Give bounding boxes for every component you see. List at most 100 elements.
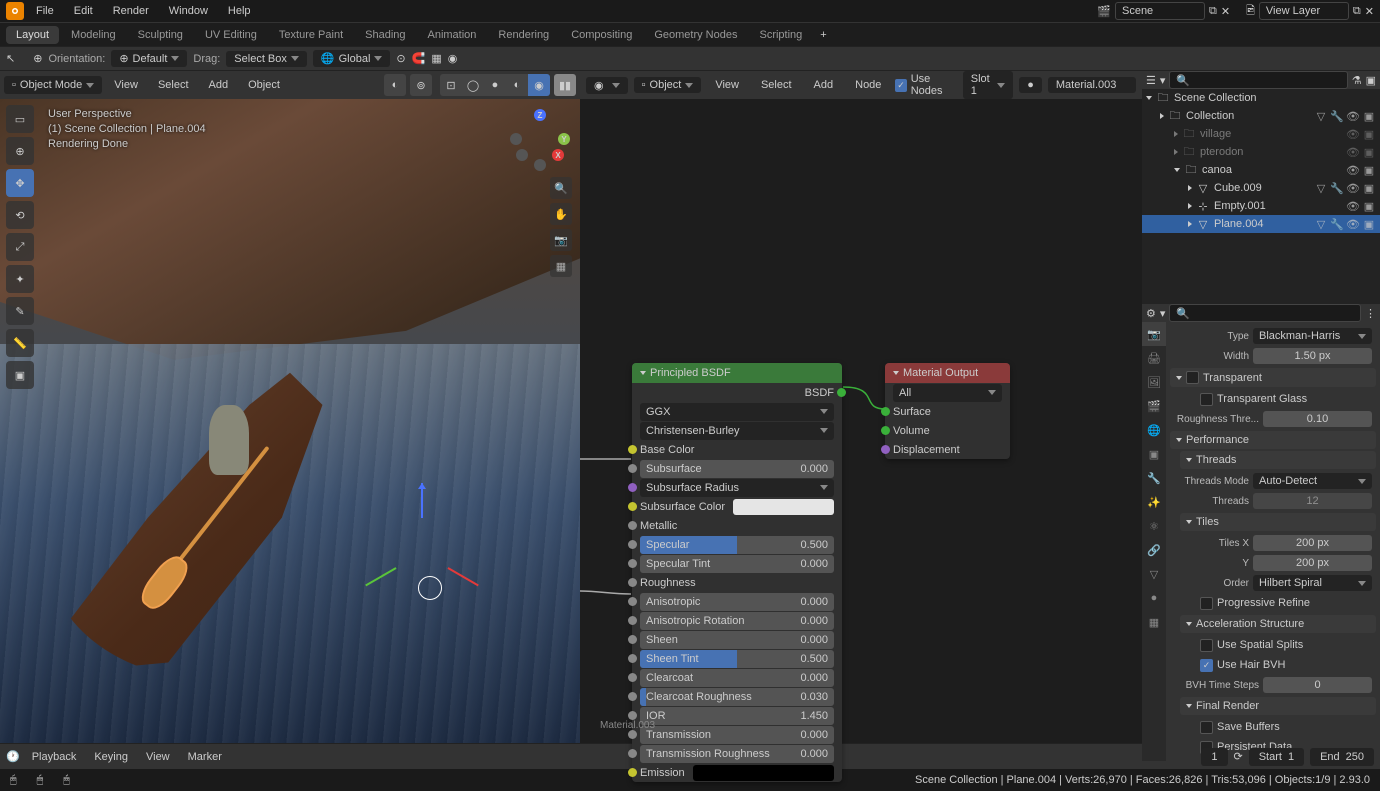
- outliner-item-village[interactable]: 🗀village👁▣: [1142, 125, 1380, 143]
- node-slider-specular[interactable]: Specular0.500: [640, 536, 834, 554]
- save-buffers-checkbox[interactable]: Save Buffers: [1217, 721, 1280, 733]
- material-browse-dropdown[interactable]: ●: [1019, 77, 1042, 93]
- disable-icon[interactable]: ▣: [1362, 127, 1376, 141]
- menu-window[interactable]: Window: [161, 3, 216, 19]
- physics-tab[interactable]: ⚛: [1142, 514, 1166, 538]
- close-layer-icon[interactable]: ✕: [1365, 5, 1374, 18]
- render-tab[interactable]: 📷: [1142, 322, 1166, 346]
- constraint-tab[interactable]: 🔗: [1142, 538, 1166, 562]
- orientation-dropdown[interactable]: ⊕Default: [111, 50, 187, 67]
- world-tab[interactable]: 🌐: [1142, 418, 1166, 442]
- pivot-icon[interactable]: ⊙: [396, 52, 405, 65]
- workspace-tab-rendering[interactable]: Rendering: [488, 26, 559, 44]
- restrict-icon[interactable]: ▽: [1314, 181, 1328, 195]
- node-slider-sheen-tint[interactable]: Sheen Tint0.500: [640, 650, 834, 668]
- scale-tool[interactable]: ⤢: [6, 233, 34, 261]
- node-color-emission[interactable]: [693, 765, 834, 781]
- output-tab[interactable]: 🖨: [1142, 346, 1166, 370]
- texture-tab[interactable]: ▦: [1142, 610, 1166, 634]
- performance-panel-header[interactable]: Performance: [1170, 431, 1376, 449]
- node-slider-transmission-roughness[interactable]: Transmission Roughness0.000: [640, 745, 834, 763]
- wireframe-shading[interactable]: ◯: [462, 74, 484, 96]
- hide-icon[interactable]: 👁: [1346, 163, 1360, 177]
- shader-object-dropdown[interactable]: ▫Object: [634, 77, 702, 93]
- copy-scene-icon[interactable]: ⧉: [1209, 5, 1217, 18]
- workspace-tab-sculpting[interactable]: Sculpting: [128, 26, 193, 44]
- disable-icon[interactable]: ▣: [1362, 217, 1376, 231]
- snap-cursor-icon[interactable]: ⊕: [33, 52, 42, 65]
- outliner-search[interactable]: 🔍: [1169, 71, 1347, 89]
- tiles-panel-header[interactable]: Tiles: [1180, 513, 1376, 531]
- disable-icon[interactable]: ▣: [1362, 181, 1376, 195]
- outliner-item-plane-004[interactable]: ▽Plane.004▽🔧👁▣: [1142, 215, 1380, 233]
- node-slider-anisotropic-rotation[interactable]: Anisotropic Rotation0.000: [640, 612, 834, 630]
- outliner-display-icon[interactable]: ▾: [1160, 74, 1166, 87]
- modifier-icon[interactable]: 🔧: [1330, 181, 1344, 195]
- node-slider-transmission[interactable]: Transmission0.000: [640, 726, 834, 744]
- drag-dropdown[interactable]: Select Box: [226, 51, 307, 67]
- pixel-filter-dropdown[interactable]: Blackman-Harris: [1253, 328, 1372, 344]
- close-scene-icon[interactable]: ✕: [1221, 5, 1230, 18]
- playback-menu[interactable]: Playback: [26, 749, 83, 765]
- new-collection-icon[interactable]: ▣: [1366, 74, 1376, 87]
- width-field[interactable]: 1.50 px: [1253, 348, 1372, 364]
- bvh-steps-field[interactable]: 0: [1263, 677, 1372, 693]
- vp-menu-select[interactable]: Select: [150, 77, 197, 93]
- rotate-tool[interactable]: ⟲: [6, 201, 34, 229]
- outliner-item-canoa[interactable]: 🗀canoa👁▣: [1142, 161, 1380, 179]
- node-slider-sheen[interactable]: Sheen0.000: [640, 631, 834, 649]
- vp-menu-object[interactable]: Object: [240, 77, 288, 93]
- outliner-item-empty-001[interactable]: ⊹Empty.001👁▣: [1142, 197, 1380, 215]
- vp-menu-add[interactable]: Add: [201, 77, 237, 93]
- node-slider-specular-tint[interactable]: Specular Tint0.000: [640, 555, 834, 573]
- menu-edit[interactable]: Edit: [66, 3, 101, 19]
- workspace-tab-animation[interactable]: Animation: [418, 26, 487, 44]
- menu-render[interactable]: Render: [105, 3, 157, 19]
- node-slider-ior[interactable]: IOR1.450: [640, 707, 834, 725]
- material-tab[interactable]: ●: [1142, 586, 1166, 610]
- transform-tool[interactable]: ✦: [6, 265, 34, 293]
- mode-dropdown[interactable]: ▫ Object Mode: [4, 76, 102, 94]
- menu-file[interactable]: File: [28, 3, 62, 19]
- transparent-glass-checkbox[interactable]: Transparent Glass: [1217, 393, 1307, 405]
- disable-icon[interactable]: ▣: [1362, 145, 1376, 159]
- modifier-tab[interactable]: 🔧: [1142, 466, 1166, 490]
- use-nodes-checkbox[interactable]: ✓Use Nodes: [895, 73, 956, 97]
- restrict-icon[interactable]: ▽: [1314, 109, 1328, 123]
- solid-shading[interactable]: ●: [484, 74, 506, 96]
- outliner-item-collection[interactable]: 🗀Collection▽🔧👁▣: [1142, 107, 1380, 125]
- threads-field[interactable]: 12: [1253, 493, 1372, 509]
- viewport-canvas[interactable]: ▭ ⊕ ✥ ⟲ ⤢ ✦ ✎ 📏 ▣ User Perspective (1) S…: [0, 99, 580, 743]
- hide-icon[interactable]: 👁: [1346, 181, 1360, 195]
- outliner-item-pterodon[interactable]: 🗀pterodon👁▣: [1142, 143, 1380, 161]
- accel-panel-header[interactable]: Acceleration Structure: [1180, 615, 1376, 633]
- hair-bvh-checkbox[interactable]: Use Hair BVH: [1217, 659, 1285, 671]
- outliner-item-cube-009[interactable]: ▽Cube.009▽🔧👁▣: [1142, 179, 1380, 197]
- transform-orientation-dropdown[interactable]: 🌐Global: [313, 50, 391, 67]
- tile-order-dropdown[interactable]: Hilbert Spiral: [1253, 575, 1372, 591]
- sss-method-dropdown[interactable]: Christensen-Burley: [640, 422, 834, 440]
- properties-type-icon[interactable]: ⚙: [1146, 307, 1156, 320]
- scene-name-field[interactable]: Scene: [1115, 2, 1205, 20]
- hide-icon[interactable]: 👁: [1346, 217, 1360, 231]
- workspace-tab-uv-editing[interactable]: UV Editing: [195, 26, 267, 44]
- workspace-tab-compositing[interactable]: Compositing: [561, 26, 642, 44]
- xray-toggle[interactable]: ⊡: [440, 74, 462, 96]
- node-menu-add[interactable]: Add: [806, 77, 842, 93]
- workspace-tab-modeling[interactable]: Modeling: [61, 26, 126, 44]
- node-color-subsurface-color[interactable]: [733, 499, 834, 515]
- toggle-gizmo-icon[interactable]: ◐: [384, 74, 406, 96]
- workspace-tab-scripting[interactable]: Scripting: [749, 26, 812, 44]
- zoom-icon[interactable]: 🔍: [550, 177, 572, 199]
- roughness-threshold-field[interactable]: 0.10: [1263, 411, 1372, 427]
- node-title[interactable]: Material Output: [885, 363, 1010, 383]
- node-menu-select[interactable]: Select: [753, 77, 800, 93]
- current-frame-field[interactable]: 1: [1201, 748, 1227, 766]
- marker-menu[interactable]: Marker: [182, 749, 228, 765]
- add-workspace-button[interactable]: +: [814, 27, 832, 43]
- node-title[interactable]: Principled BSDF: [632, 363, 842, 383]
- material-output-node[interactable]: Material Output All SurfaceVolumeDisplac…: [885, 363, 1010, 459]
- principled-bsdf-node[interactable]: Principled BSDF BSDF GGX Christensen-Bur…: [632, 363, 842, 782]
- pause-icon[interactable]: ▮▮: [554, 74, 576, 96]
- workspace-tab-shading[interactable]: Shading: [355, 26, 415, 44]
